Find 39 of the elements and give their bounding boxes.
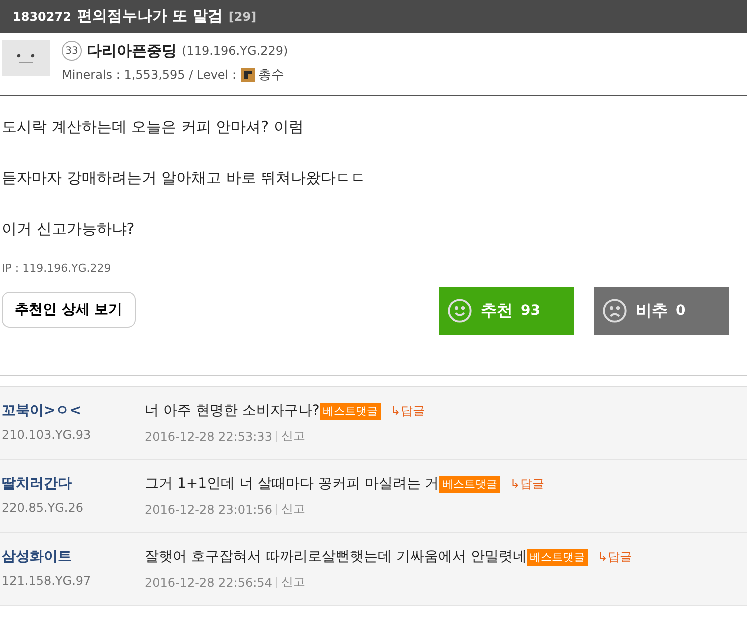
comment-author[interactable]: 삼성화이트 — [2, 548, 145, 566]
post-number: 1830272 — [13, 10, 72, 24]
comment-ip: 121.158.YG.97 — [2, 574, 92, 588]
post-text: 이거 신고가능하냐? — [2, 220, 136, 239]
post-title: 편의점누나가 또 말검 — [77, 7, 223, 26]
smiley-icon — [447, 298, 473, 324]
author-name[interactable]: 다리아픈중딩 — [87, 42, 177, 60]
level-icon — [240, 68, 254, 82]
recommenders-button[interactable]: 추천인 상세 보기 — [2, 292, 136, 328]
report-link[interactable]: 신고 — [281, 501, 306, 518]
post-text: 듣자마자 강매하려는거 알아채고 바로 뛰쳐나왔다ㄷㄷ — [2, 169, 368, 188]
frown-icon — [602, 298, 628, 324]
best-comment-badge: 베스트댓글 — [526, 548, 588, 566]
comment-text: 너 아주 현명한 소비자구나? — [145, 402, 320, 420]
minerals-text: Minerals : 1,553,595 / Level : — [62, 68, 236, 82]
reply-link[interactable]: ↳답글 — [510, 476, 544, 492]
comment-count: [29] — [228, 10, 257, 24]
level-name: 총수 — [258, 67, 284, 84]
comment-author[interactable]: 꼬북이>ㅇ< — [2, 402, 145, 420]
best-comment-badge: 베스트댓글 — [439, 476, 500, 492]
upvote-button[interactable]: 추천 93 — [439, 287, 574, 335]
post-text: 도시락 계산하는데 오늘은 커피 안마셔? 이럼 — [2, 118, 305, 137]
comment-ip: 210.103.YG.93 — [2, 428, 92, 442]
comment-date: 2016-12-28 22:53:33 — [145, 430, 272, 444]
author-ip: (119.196.YG.229) — [182, 44, 288, 58]
comment-date: 2016-12-28 22:56:54 — [145, 576, 272, 590]
reply-link[interactable]: ↳답글 — [390, 402, 425, 420]
reply-link[interactable]: ↳답글 — [598, 548, 632, 566]
comment-text: 그거 1+1인데 너 살때마다 꽁커피 마실려는 거 — [145, 475, 440, 493]
comment-author[interactable]: 딸치러간다 — [2, 475, 145, 493]
best-comment-badge: 베스트댓글 — [320, 402, 381, 420]
report-link[interactable]: 신고 — [281, 574, 306, 591]
comment-ip: 220.85.YG.26 — [2, 501, 85, 515]
comment-text: 잘햇어 호구잡혀서 따까리로살뻔햇는데 기싸움에서 안밀렷네 — [145, 548, 527, 566]
comment-date: 2016-12-28 23:01:56 — [145, 502, 272, 516]
downvote-button[interactable]: 비추 0 — [594, 287, 729, 335]
ip-text: IP : 119.196.YG.229 — [1, 261, 112, 275]
level-badge: 33 — [62, 41, 82, 61]
report-link[interactable]: 신고 — [281, 428, 306, 445]
